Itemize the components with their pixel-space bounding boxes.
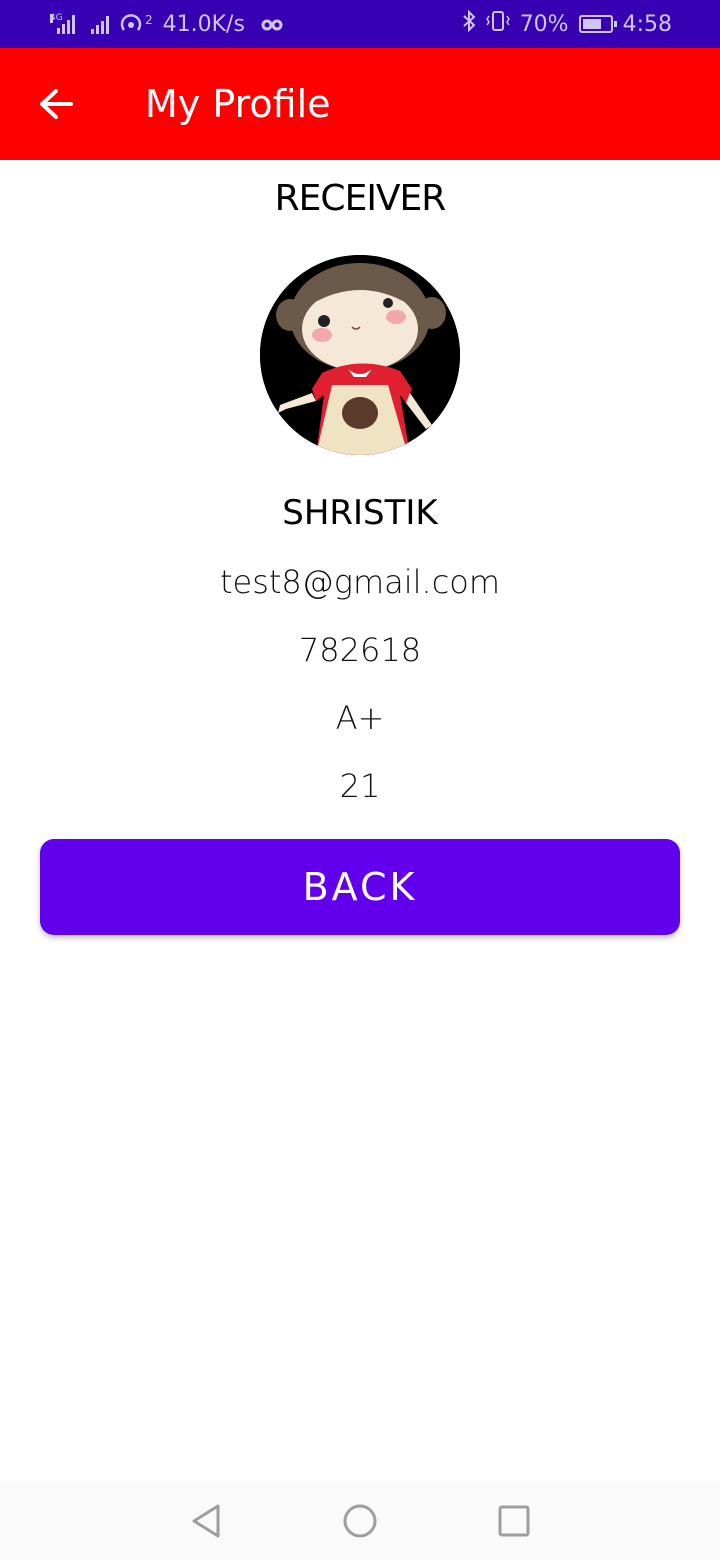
cellular-signal-2-icon xyxy=(91,14,109,34)
nav-back-icon[interactable] xyxy=(188,1503,224,1539)
hotspot-count: 2 xyxy=(145,13,153,27)
back-arrow-icon[interactable] xyxy=(0,48,112,160)
status-right: 70% 4:58 xyxy=(462,9,672,38)
nav-recents-icon[interactable] xyxy=(496,1503,532,1539)
user-name: SHRISTIK xyxy=(282,493,438,533)
cellular-signal-icon: 4G xyxy=(50,14,75,34)
profile-content: RECEIVER SHRISTIK test8@gmail.com 782618… xyxy=(0,160,720,805)
network-speed: 41.0K/s xyxy=(162,11,245,37)
user-email: test8@gmail.com xyxy=(219,563,501,601)
vibrate-icon xyxy=(485,10,510,38)
clock: 4:58 xyxy=(622,11,672,37)
infinity-icon xyxy=(261,12,283,37)
status-bar: 4G 2 41.0K/s 70% 4:58 xyxy=(0,0,720,48)
user-phone: 782618 xyxy=(298,631,422,669)
bluetooth-icon xyxy=(462,9,476,38)
battery-icon xyxy=(578,15,617,33)
system-nav-bar xyxy=(0,1482,720,1560)
back-button[interactable]: BACK xyxy=(40,839,680,935)
nav-home-icon[interactable] xyxy=(342,1503,378,1539)
status-left: 4G 2 41.0K/s xyxy=(50,12,283,37)
network-type-label: 4G xyxy=(50,13,63,23)
user-blood-group: A+ xyxy=(335,699,385,737)
user-age: 21 xyxy=(339,767,381,805)
page-title: My Profile xyxy=(145,82,331,126)
user-role: RECEIVER xyxy=(274,178,447,219)
battery-percent: 70% xyxy=(519,11,569,37)
app-bar: My Profile xyxy=(0,48,720,160)
battery-fill xyxy=(582,19,601,29)
hotspot-icon: 2 xyxy=(119,13,153,35)
avatar xyxy=(260,255,460,455)
